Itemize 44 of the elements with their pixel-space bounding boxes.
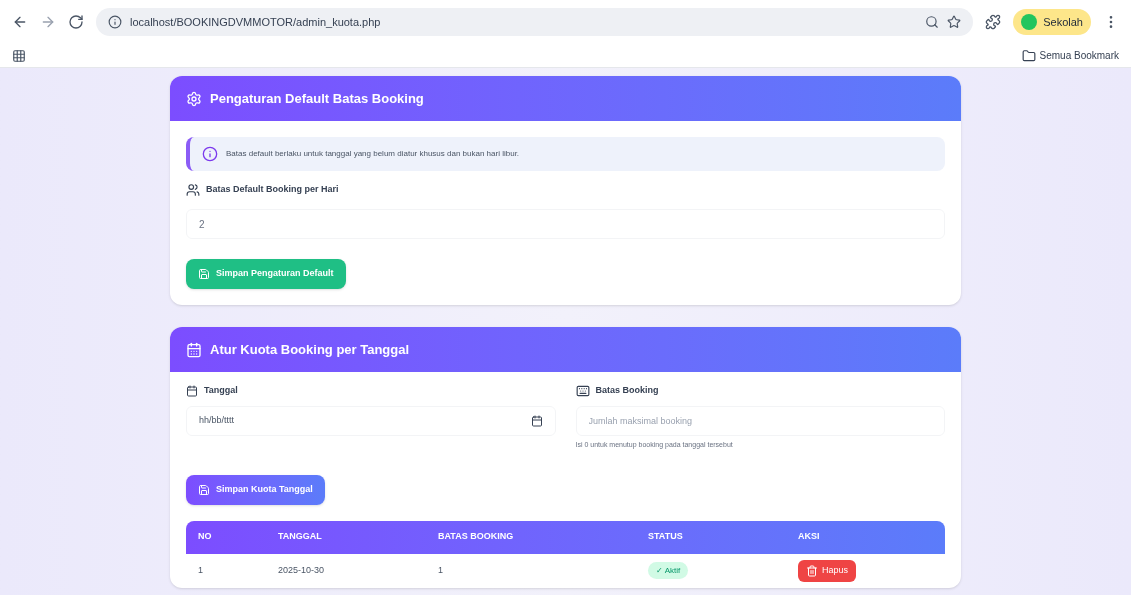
status-badge: ✓ Aktif xyxy=(648,561,689,579)
save-icon xyxy=(198,268,210,280)
keyboard-icon xyxy=(575,384,590,398)
users-icon xyxy=(186,183,200,197)
field-label: Tanggal xyxy=(204,384,238,397)
address-bar[interactable]: localhost/BOOKINGDVMMOTOR/admin_kuota.php xyxy=(96,8,974,36)
save-icon xyxy=(198,483,210,496)
calendar-picker-icon xyxy=(530,414,543,427)
profile-avatar-icon xyxy=(1021,14,1038,30)
back-icon[interactable] xyxy=(12,14,28,30)
gear-icon xyxy=(186,90,202,107)
reload-icon[interactable] xyxy=(68,14,84,30)
input-field[interactable]: Jumlah maksimal booking xyxy=(575,406,945,436)
column-header: NO xyxy=(198,531,212,542)
calendar-icon xyxy=(186,341,202,358)
date-field[interactable]: hh/bb/tttt xyxy=(186,405,556,436)
field-label: Batas Booking xyxy=(595,384,659,398)
profile-button[interactable]: Sekolah xyxy=(1013,9,1091,35)
bookmark-star-icon[interactable] xyxy=(947,15,962,29)
site-info-icon[interactable] xyxy=(108,15,122,29)
calendar-icon xyxy=(186,384,198,397)
trash-icon xyxy=(806,564,818,577)
date-placeholder: hh/bb/tttt xyxy=(199,413,235,427)
info-icon xyxy=(202,146,218,162)
column-header: AKSI xyxy=(798,531,820,542)
bookmarks-folder[interactable]: Semua Bookmark xyxy=(1021,48,1119,63)
column-header: STATUS xyxy=(648,531,683,542)
delete-button[interactable]: Hapus xyxy=(798,559,856,582)
alert-text: Batas default berlaku untuk tanggal yang belum diatur khusus dan bukan hari libur. xyxy=(226,148,520,160)
field-label: Batas Default Booking per Hari xyxy=(206,183,339,197)
apps-icon[interactable] xyxy=(12,48,26,63)
save-button[interactable]: Simpan Kuota Tanggal xyxy=(186,474,325,505)
card-title: Pengaturan Default Batas Booking xyxy=(210,89,424,108)
search-icon[interactable] xyxy=(925,15,940,29)
column-header: TANGGAL xyxy=(278,531,322,542)
column-header: BATAS BOOKING xyxy=(438,531,514,542)
table-cell: 1 xyxy=(198,564,203,575)
table-cell: 2025-10-30 xyxy=(278,564,325,575)
extensions-icon[interactable] xyxy=(985,14,1002,30)
card-title: Atur Kuota Booking per Tanggal xyxy=(210,340,410,359)
input-field[interactable]: 2 xyxy=(186,209,945,239)
folder-icon xyxy=(1021,48,1036,63)
table-cell: 1 xyxy=(438,564,443,575)
url-text: localhost/BOOKINGDVMMOTOR/admin_kuota.php xyxy=(130,14,382,30)
